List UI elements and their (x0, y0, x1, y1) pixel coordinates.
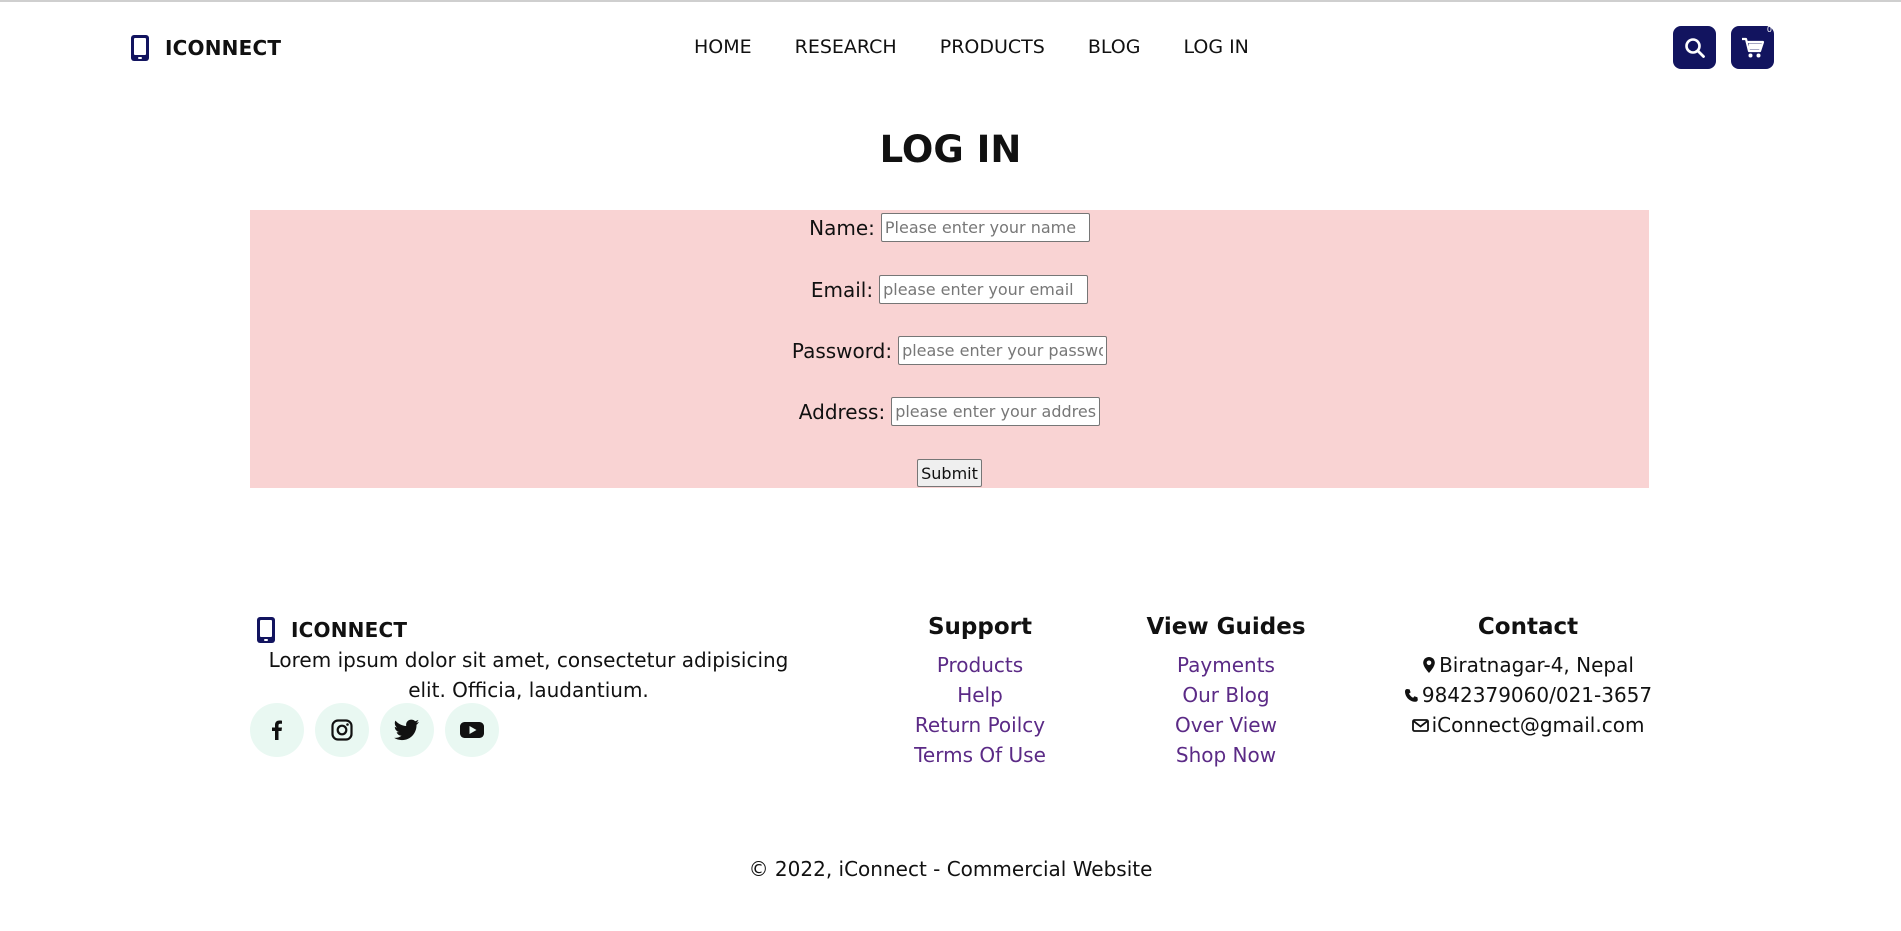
facebook-icon (272, 720, 282, 740)
contact-email-text: iConnect@gmail.com (1431, 713, 1645, 737)
youtube-link[interactable] (445, 703, 499, 757)
contact-phone: 9842379060/021-3657 (1398, 680, 1658, 710)
name-row: Name: (250, 213, 1649, 242)
contact-address-text: Biratnagar-4, Nepal (1439, 653, 1634, 677)
site-header: ICONNECT HOME RESEARCH PRODUCTS BLOG LOG… (0, 2, 1901, 90)
address-label: Address: (798, 399, 886, 424)
contact-heading: Contact (1477, 614, 1579, 640)
login-form: Name: Email: Password: Address: Submit (250, 210, 1649, 488)
password-label: Password: (791, 338, 893, 363)
support-link-help[interactable]: Help (900, 680, 1060, 710)
social-links (250, 703, 499, 757)
nav-login[interactable]: LOG IN (1183, 36, 1248, 58)
search-button[interactable] (1673, 26, 1716, 69)
twitter-icon (394, 719, 419, 741)
password-row: Password: (250, 336, 1649, 365)
guides-heading: View Guides (1146, 614, 1306, 640)
phone-icon (257, 617, 275, 643)
support-link-terms[interactable]: Terms Of Use (900, 740, 1060, 770)
address-input[interactable] (891, 397, 1101, 426)
phone-icon (131, 35, 149, 61)
footer-contact-column: Contact Biratnagar-4, Nepal 9842379060/0… (1398, 614, 1658, 740)
cart-icon (1741, 37, 1764, 57)
main-nav: HOME RESEARCH PRODUCTS BLOG LOG IN (694, 36, 1249, 58)
instagram-link[interactable] (315, 703, 369, 757)
support-heading: Support (927, 614, 1032, 640)
footer-guides-column: View Guides Payments Our Blog Over View … (1130, 614, 1322, 770)
contact-email: iConnect@gmail.com (1398, 710, 1658, 740)
name-input[interactable] (880, 213, 1090, 242)
contact-phone-text: 9842379060/021-3657 (1421, 683, 1653, 707)
footer-brand-name: ICONNECT (291, 618, 408, 642)
guides-link-over-view[interactable]: Over View (1130, 710, 1322, 740)
submit-button[interactable]: Submit (917, 459, 982, 487)
guides-link-our-blog[interactable]: Our Blog (1130, 680, 1322, 710)
support-link-products[interactable]: Products (900, 650, 1060, 680)
cart-button[interactable]: 0 (1731, 25, 1774, 69)
footer-support-column: Support Products Help Return Poilcy Term… (900, 614, 1060, 770)
email-label: Email: (810, 277, 874, 302)
guides-link-shop-now[interactable]: Shop Now (1130, 740, 1322, 770)
contact-address: Biratnagar-4, Nepal (1398, 650, 1658, 680)
email-row: Email: (250, 275, 1649, 304)
support-link-return-policy[interactable]: Return Poilcy (900, 710, 1060, 740)
facebook-link[interactable] (250, 703, 304, 757)
location-pin-icon (1423, 657, 1435, 673)
mail-icon (1411, 718, 1429, 732)
guides-link-payments[interactable]: Payments (1130, 650, 1322, 680)
nav-home[interactable]: HOME (694, 36, 752, 58)
brand-name: ICONNECT (165, 36, 282, 60)
instagram-icon (331, 719, 353, 741)
nav-products[interactable]: PRODUCTS (940, 36, 1045, 58)
twitter-link[interactable] (380, 703, 434, 757)
copyright-text: © 2022, iConnect - Commercial Website (748, 857, 1153, 881)
page-title: LOG IN (879, 128, 1022, 171)
search-icon (1684, 37, 1705, 58)
email-input[interactable] (879, 275, 1089, 304)
name-label: Name: (809, 215, 875, 240)
footer-brand[interactable]: ICONNECT (255, 616, 407, 644)
nav-blog[interactable]: BLOG (1088, 36, 1141, 58)
footer-about-text: Lorem ipsum dolor sit amet, consectetur … (268, 648, 789, 702)
youtube-icon (460, 722, 484, 738)
nav-research[interactable]: RESEARCH (795, 36, 897, 58)
password-input[interactable] (898, 336, 1108, 365)
cart-count-badge: 0 (1766, 25, 1772, 34)
brand-logo[interactable]: ICONNECT (129, 34, 281, 62)
submit-row: Submit (250, 459, 1649, 487)
address-row: Address: (250, 397, 1649, 426)
phone-call-icon (1404, 688, 1418, 702)
